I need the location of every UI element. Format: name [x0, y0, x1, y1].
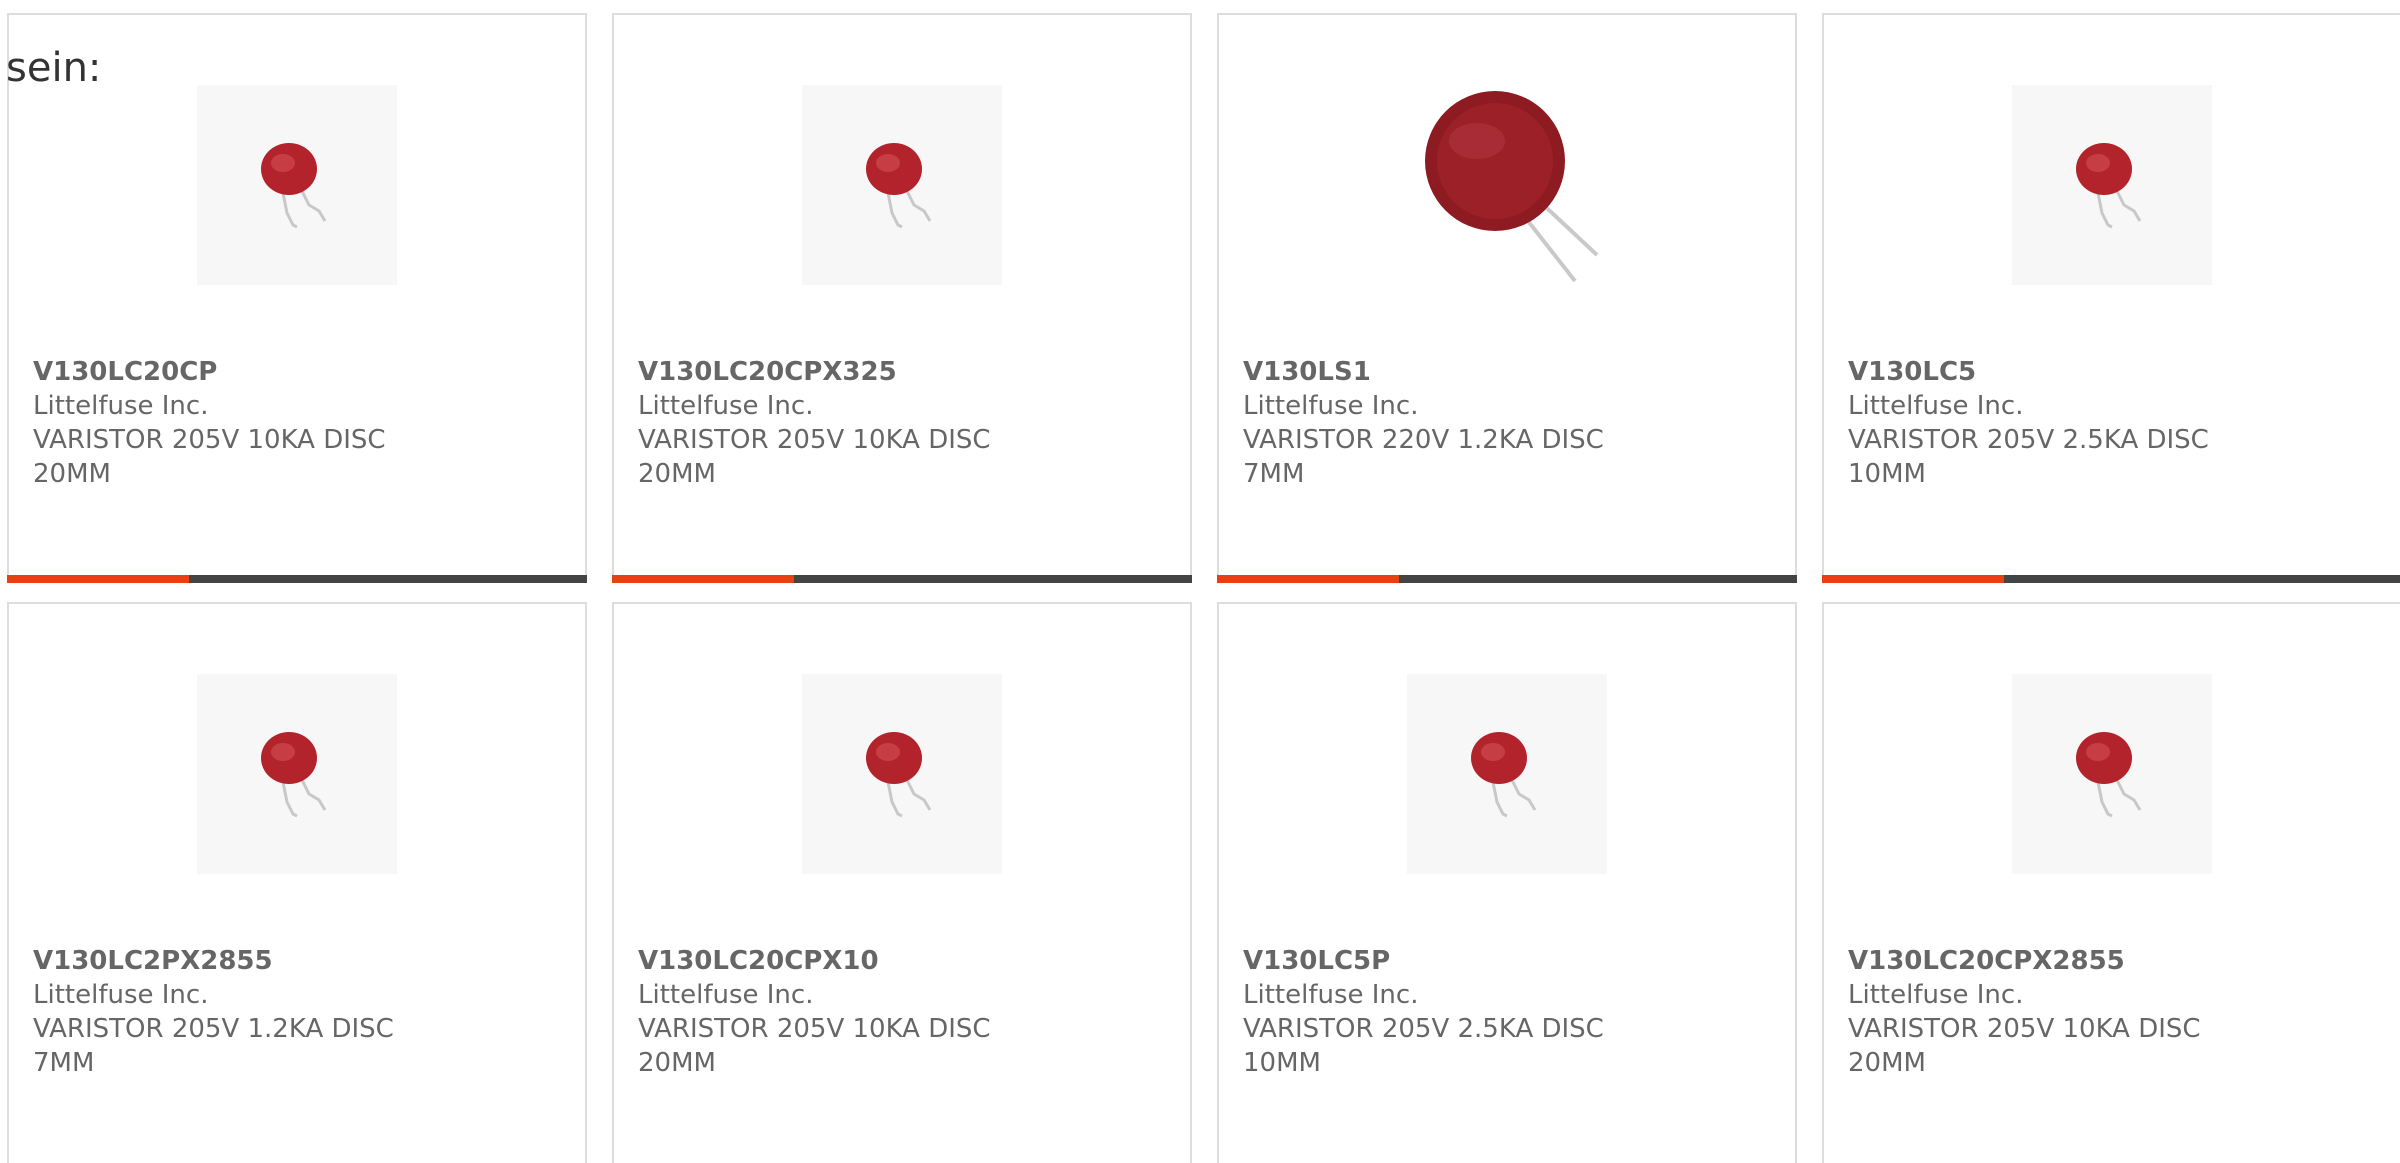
manufacturer: Littelfuse Inc. — [1848, 980, 2024, 1010]
product-info: V130LS1 Littelfuse Inc. VARISTOR 220V 1.… — [1243, 355, 1643, 491]
product-card[interactable]: V130LC20CPX10 Littelfuse Inc. VARISTOR 2… — [612, 602, 1192, 1163]
part-number[interactable]: V130LC20CPX2855 — [1848, 944, 2248, 978]
product-description: VARISTOR 205V 1.2KA DISC 7MM — [33, 1014, 394, 1078]
card-accent-bar — [1822, 575, 2004, 583]
product-card[interactable]: V130LC2PX2855 Littelfuse Inc. VARISTOR 2… — [7, 602, 587, 1163]
part-number[interactable]: V130LC5P — [1243, 944, 1643, 978]
product-grid-page: sein: V130LC20CP Littelfuse Inc. VARISTO… — [0, 0, 2400, 1163]
small-varistor-icon — [866, 732, 932, 818]
manufacturer: Littelfuse Inc. — [1848, 391, 2024, 421]
part-number[interactable]: V130LC5 — [1848, 355, 2248, 389]
part-number[interactable]: V130LC20CPX10 — [638, 944, 1038, 978]
part-number[interactable]: V130LC20CP — [33, 355, 433, 389]
manufacturer: Littelfuse Inc. — [1243, 391, 1419, 421]
product-description: VARISTOR 205V 10KA DISC 20MM — [1848, 1014, 2201, 1078]
product-image[interactable] — [2012, 85, 2212, 285]
part-number[interactable]: V130LS1 — [1243, 355, 1643, 389]
product-description: VARISTOR 220V 1.2KA DISC 7MM — [1243, 425, 1604, 489]
product-grid: V130LC20CP Littelfuse Inc. VARISTOR 205V… — [7, 13, 2400, 1163]
manufacturer: Littelfuse Inc. — [638, 980, 814, 1010]
card-accent-bar — [612, 575, 794, 583]
manufacturer: Littelfuse Inc. — [1243, 980, 1419, 1010]
card-bottom-bar — [1217, 575, 1797, 583]
small-varistor-icon — [1471, 732, 1537, 818]
card-accent-bar — [1217, 575, 1399, 583]
card-bottom-bar — [7, 575, 587, 583]
small-varistor-icon — [2076, 732, 2142, 818]
product-card[interactable]: V130LC20CPX2855 Littelfuse Inc. VARISTOR… — [1822, 602, 2400, 1163]
product-info: V130LC20CPX10 Littelfuse Inc. VARISTOR 2… — [638, 944, 1038, 1080]
card-bottom-bar — [612, 575, 1192, 583]
product-info: V130LC5 Littelfuse Inc. VARISTOR 205V 2.… — [1848, 355, 2248, 491]
product-info: V130LC20CPX325 Littelfuse Inc. VARISTOR … — [638, 355, 1038, 491]
manufacturer: Littelfuse Inc. — [33, 980, 209, 1010]
product-info: V130LC20CPX2855 Littelfuse Inc. VARISTOR… — [1848, 944, 2248, 1080]
product-card[interactable]: V130LC5 Littelfuse Inc. VARISTOR 205V 2.… — [1822, 13, 2400, 583]
product-info: V130LC2PX2855 Littelfuse Inc. VARISTOR 2… — [33, 944, 433, 1080]
card-bottom-bar — [1822, 575, 2400, 583]
product-info: V130LC20CP Littelfuse Inc. VARISTOR 205V… — [33, 355, 433, 491]
product-description: VARISTOR 205V 10KA DISC 20MM — [638, 425, 991, 489]
product-card[interactable]: V130LC20CP Littelfuse Inc. VARISTOR 205V… — [7, 13, 587, 583]
small-varistor-icon — [261, 732, 327, 818]
large-varistor-icon — [1425, 91, 1599, 283]
intro-text: sein: — [6, 45, 102, 91]
product-info: V130LC5P Littelfuse Inc. VARISTOR 205V 2… — [1243, 944, 1643, 1080]
product-image[interactable] — [197, 85, 397, 285]
product-card[interactable]: V130LC5P Littelfuse Inc. VARISTOR 205V 2… — [1217, 602, 1797, 1163]
product-description: VARISTOR 205V 10KA DISC 20MM — [33, 425, 386, 489]
product-image[interactable] — [1407, 85, 1607, 285]
small-varistor-icon — [261, 143, 327, 229]
small-varistor-icon — [2076, 143, 2142, 229]
product-card[interactable]: V130LC20CPX325 Littelfuse Inc. VARISTOR … — [612, 13, 1192, 583]
manufacturer: Littelfuse Inc. — [33, 391, 209, 421]
product-image[interactable] — [2012, 674, 2212, 874]
product-image[interactable] — [197, 674, 397, 874]
small-varistor-icon — [866, 143, 932, 229]
product-card[interactable]: V130LS1 Littelfuse Inc. VARISTOR 220V 1.… — [1217, 13, 1797, 583]
product-image[interactable] — [1407, 674, 1607, 874]
part-number[interactable]: V130LC20CPX325 — [638, 355, 1038, 389]
manufacturer: Littelfuse Inc. — [638, 391, 814, 421]
part-number[interactable]: V130LC2PX2855 — [33, 944, 433, 978]
product-image[interactable] — [802, 85, 1002, 285]
product-image[interactable] — [802, 674, 1002, 874]
product-description: VARISTOR 205V 2.5KA DISC 10MM — [1848, 425, 2209, 489]
card-accent-bar — [7, 575, 189, 583]
product-description: VARISTOR 205V 2.5KA DISC 10MM — [1243, 1014, 1604, 1078]
product-description: VARISTOR 205V 10KA DISC 20MM — [638, 1014, 991, 1078]
